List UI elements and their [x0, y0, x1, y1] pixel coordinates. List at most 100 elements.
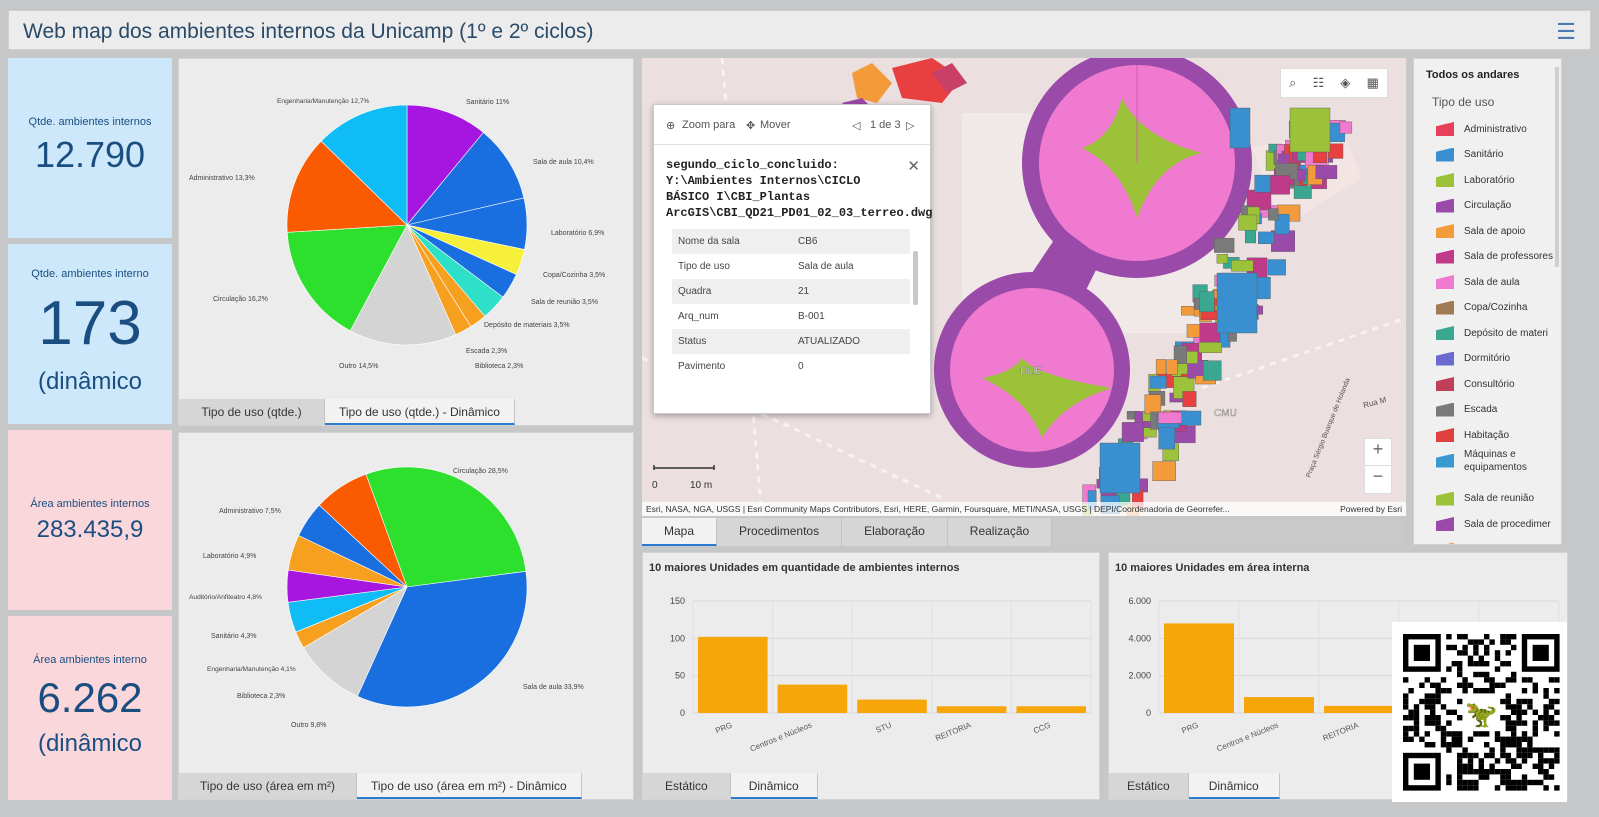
- map-building-polygon[interactable]: [1158, 411, 1183, 424]
- map-building-polygon[interactable]: [1199, 291, 1215, 313]
- close-icon[interactable]: ✕: [907, 157, 920, 175]
- map-building-polygon[interactable]: [1214, 237, 1235, 253]
- qr-module: [1430, 693, 1436, 699]
- tab-tipo-uso-qtde[interactable]: Tipo de uso (qtde.): [179, 399, 325, 425]
- qr-module: [1473, 779, 1479, 786]
- zoom-out-button[interactable]: −: [1365, 466, 1391, 487]
- zoom-to-icon[interactable]: ⊕: [666, 119, 675, 132]
- map-building-polygon[interactable]: [1121, 422, 1144, 442]
- bar-centros-e-n-cleos[interactable]: [777, 684, 848, 713]
- pie-label: Biblioteca 2,3%: [237, 693, 285, 700]
- map-building-polygon[interactable]: [1312, 151, 1327, 163]
- map-building-polygon[interactable]: [1149, 375, 1167, 389]
- qr-module: [1457, 682, 1463, 688]
- tab-procedimentos[interactable]: Procedimentos: [717, 518, 843, 546]
- tab-realizacao[interactable]: Realização: [947, 518, 1053, 546]
- qr-module: [1457, 671, 1463, 678]
- map-building-polygon[interactable]: [1268, 208, 1279, 221]
- map-building-polygon[interactable]: [1144, 394, 1162, 415]
- map-building-polygon[interactable]: [1297, 169, 1307, 182]
- tab-estatico[interactable]: Estático: [643, 773, 731, 799]
- qr-code-icon[interactable]: ▦: [1367, 75, 1379, 91]
- qr-code: 🦖: [1392, 622, 1567, 802]
- qr-module: [1494, 655, 1501, 661]
- qr-module: [1511, 671, 1517, 678]
- bar-prg[interactable]: [698, 636, 768, 713]
- qr-module: [1413, 731, 1420, 737]
- previous-icon[interactable]: ◁: [852, 119, 860, 132]
- qr-module: [1505, 639, 1511, 645]
- qr-module: [1511, 758, 1517, 764]
- map-building-polygon[interactable]: [1182, 391, 1197, 407]
- move-button[interactable]: Mover: [760, 119, 791, 131]
- qr-module: [1505, 661, 1511, 667]
- tab-dinamico[interactable]: Dinâmico: [1188, 773, 1280, 799]
- qr-module: [1457, 634, 1463, 640]
- map-building-polygon[interactable]: [1258, 231, 1275, 245]
- map-toolbar: ⌕ ☷ ◈ ▦: [1280, 68, 1388, 98]
- qr-module: [1462, 747, 1468, 753]
- qr-module: [1532, 747, 1538, 753]
- map-building-polygon[interactable]: [1315, 165, 1338, 179]
- popup-attribute-table: Nome da sala CB6 Tipo de uso Sala de aula …: [672, 229, 910, 379]
- x-tick-label: Centros e Núcleos: [1215, 721, 1279, 754]
- bar-centros-e-n-cleos[interactable]: [1244, 697, 1314, 713]
- map-building-polygon[interactable]: [1216, 254, 1228, 264]
- pie-label: Biblioteca 2,3%: [475, 363, 523, 370]
- tab-estatico[interactable]: Estático: [1109, 773, 1189, 799]
- qr-module: [1435, 693, 1441, 699]
- next-icon[interactable]: ▷: [906, 119, 914, 132]
- bar-reitoria[interactable]: [936, 706, 1007, 713]
- qr-module: [1505, 758, 1511, 764]
- map-building-polygon[interactable]: [1270, 175, 1290, 195]
- qr-module: [1554, 785, 1560, 791]
- qr-module: [1446, 709, 1452, 715]
- qr-module: [1435, 720, 1441, 726]
- qr-module: [1516, 720, 1522, 726]
- map-building-polygon[interactable]: [1178, 410, 1202, 426]
- tab-elaboracao[interactable]: Elaboração: [842, 518, 948, 546]
- x-tick-label: PRG: [1180, 721, 1199, 736]
- tab-tipo-uso-area-dinamico[interactable]: Tipo de uso (área em m²) - Dinâmico: [357, 773, 582, 799]
- qr-module: [1430, 704, 1436, 710]
- qr-module: [1500, 774, 1506, 780]
- qr-module: [1435, 725, 1441, 732]
- bar-stu[interactable]: [857, 699, 927, 713]
- qr-module: [1500, 639, 1506, 645]
- layer-list-icon[interactable]: ☷: [1313, 75, 1325, 91]
- map-building-polygon[interactable]: [1198, 342, 1222, 353]
- map-building-polygon[interactable]: [1152, 461, 1176, 481]
- powered-by-esri[interactable]: Powered by Esri: [1340, 504, 1402, 514]
- qr-module: [1521, 709, 1528, 715]
- hamburger-menu-icon[interactable]: ☰: [1556, 19, 1576, 45]
- map-building-polygon[interactable]: [1238, 214, 1258, 231]
- legend-item: Sala de reunião: [1436, 487, 1556, 511]
- map-building-polygon[interactable]: [1158, 427, 1175, 450]
- bar-ccg[interactable]: [1016, 706, 1086, 713]
- map-building-polygon[interactable]: [1293, 185, 1312, 199]
- zoom-to-button[interactable]: Zoom para: [682, 119, 735, 131]
- zoom-in-button[interactable]: +: [1365, 439, 1391, 466]
- tab-tipo-uso-area[interactable]: Tipo de uso (área em m²): [179, 773, 357, 799]
- legend-scrollbar[interactable]: [1555, 67, 1559, 267]
- bar-prg[interactable]: [1164, 623, 1234, 713]
- qr-module: [1478, 671, 1484, 678]
- map-building-polygon[interactable]: [1203, 360, 1222, 381]
- popup-scrollbar[interactable]: [913, 251, 918, 305]
- legend-swatch: [1436, 147, 1454, 162]
- map-building-polygon[interactable]: [1339, 121, 1353, 134]
- search-icon[interactable]: ⌕: [1289, 75, 1296, 91]
- bar-reitoria[interactable]: [1324, 705, 1394, 713]
- qr-module: [1521, 758, 1528, 764]
- tab-mapa[interactable]: Mapa: [642, 518, 718, 546]
- tab-dinamico[interactable]: Dinâmico: [730, 773, 818, 799]
- qr-module: [1457, 715, 1463, 721]
- qr-module: [1462, 763, 1468, 769]
- map-building-polygon[interactable]: [1267, 259, 1286, 276]
- basemap-icon[interactable]: ◈: [1340, 75, 1350, 91]
- map-building-polygon[interactable]: [1155, 359, 1167, 375]
- map-building-polygon[interactable]: [1166, 359, 1178, 375]
- move-icon[interactable]: ✥: [746, 119, 755, 132]
- tab-tipo-uso-qtde-dinamico[interactable]: Tipo de uso (qtde.) - Dinâmico: [325, 399, 515, 425]
- map-building-polygon[interactable]: [1231, 260, 1254, 272]
